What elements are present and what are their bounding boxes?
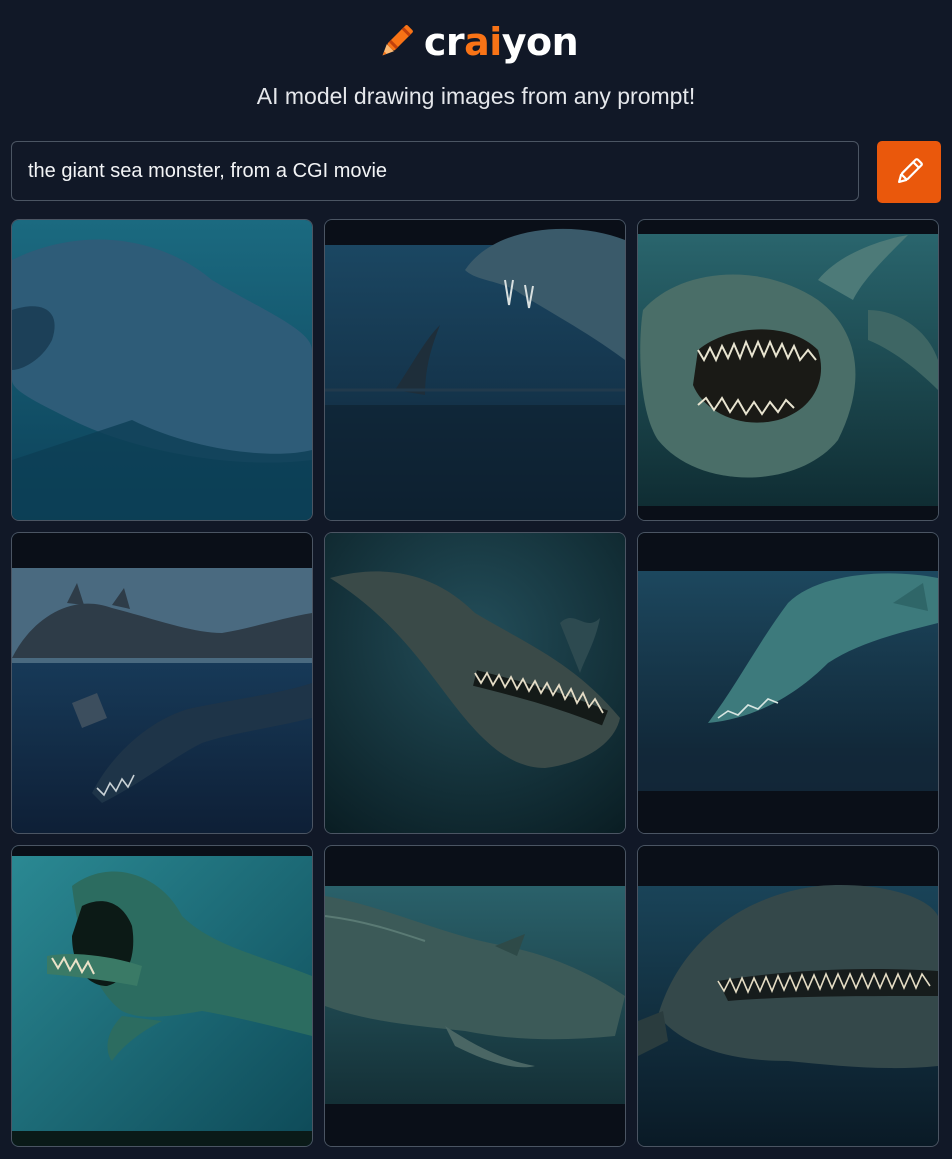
header: craiyon — [0, 0, 952, 80]
prompt-input[interactable] — [11, 141, 859, 201]
sea-monster-image — [325, 533, 625, 833]
result-image-2[interactable] — [324, 219, 626, 521]
tagline: AI model drawing images from any prompt! — [256, 83, 696, 109]
sea-monster-image — [12, 220, 312, 520]
pencil-icon — [898, 158, 923, 183]
brand-name-pre: cr — [423, 20, 465, 64]
sea-monster-image — [12, 533, 312, 833]
result-image-4[interactable] — [11, 532, 313, 834]
result-image-5[interactable] — [324, 532, 626, 834]
result-image-3[interactable] — [637, 219, 939, 521]
sea-monster-image — [325, 846, 625, 1146]
brand-name: craiyon — [423, 20, 579, 64]
result-image-7[interactable] — [11, 845, 313, 1147]
crayon-logo-icon — [382, 25, 413, 56]
sea-monster-image — [638, 220, 938, 520]
draw-button[interactable] — [877, 141, 941, 203]
results-grid — [11, 219, 941, 1147]
result-image-9[interactable] — [637, 845, 939, 1147]
prompt-bar — [11, 141, 941, 204]
sea-monster-image — [325, 220, 625, 520]
sea-monster-image — [638, 533, 938, 833]
craiyon-logo[interactable]: craiyon — [374, 16, 579, 64]
result-image-6[interactable] — [637, 532, 939, 834]
result-image-8[interactable] — [324, 845, 626, 1147]
sea-monster-image — [12, 846, 312, 1146]
brand-name-post: yon — [501, 20, 579, 64]
sea-monster-image — [638, 846, 938, 1146]
result-image-1[interactable] — [11, 219, 313, 521]
brand-name-accent: ai — [464, 20, 502, 64]
